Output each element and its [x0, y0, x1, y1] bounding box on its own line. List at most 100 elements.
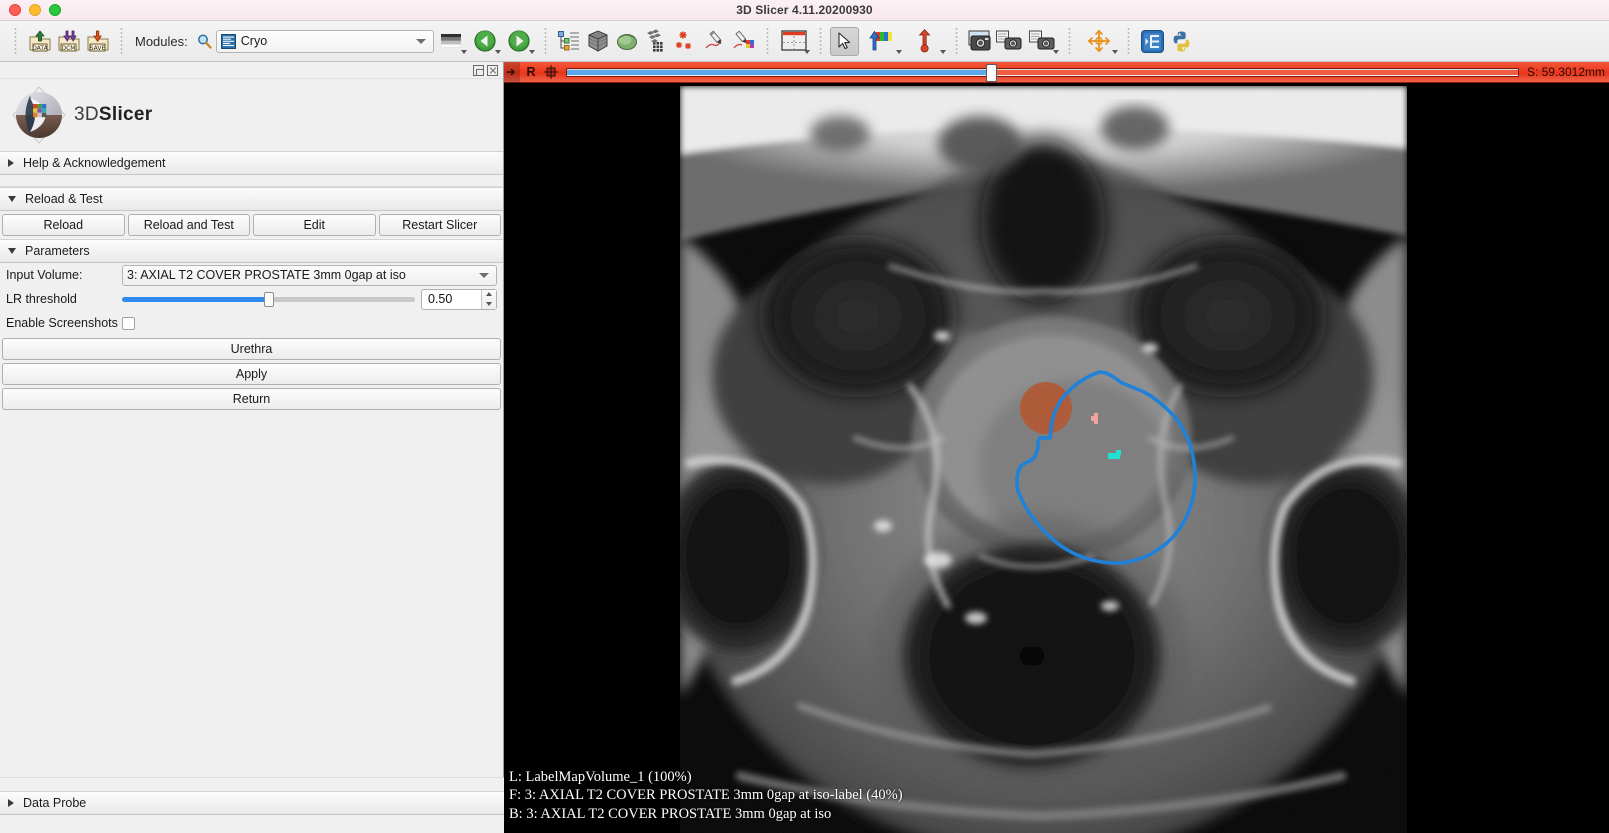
mouse-pointer-icon[interactable]: [830, 27, 859, 56]
slider-remainder: [991, 70, 1518, 75]
red-slice-viewport[interactable]: L: LabelMapVolume_1 (100%) F: 3: AXIAL T…: [504, 83, 1609, 833]
toolbar-separator: [818, 28, 823, 54]
chevron-down-icon: [8, 196, 16, 202]
previous-module-icon[interactable]: [468, 27, 502, 56]
chevron-down-icon[interactable]: [1112, 50, 1118, 54]
slicer-logo: 3DSlicer: [0, 79, 503, 151]
chevron-down-icon[interactable]: [1053, 50, 1059, 54]
slice-controller-bar: R S: 59.3012mm: [504, 62, 1609, 83]
section-parameters[interactable]: Parameters: [0, 239, 503, 263]
lr-threshold-spinbox[interactable]: 0.50: [421, 289, 497, 310]
next-module-icon[interactable]: [502, 27, 536, 56]
module-panel: 3DSlicer Help & Acknowledgement Reload &…: [0, 62, 504, 833]
slice-offset-value: S: 59.3012mm: [1525, 65, 1609, 79]
module-icon: [221, 34, 236, 49]
scene-views-capture-icon[interactable]: [995, 27, 1024, 56]
panel-footer: [0, 815, 504, 833]
spinbox-arrows[interactable]: [481, 290, 496, 309]
transforms-icon[interactable]: [642, 27, 671, 56]
spin-down-icon[interactable]: [486, 302, 492, 306]
toolbar-separator: [1067, 28, 1072, 54]
module-selector-combobox[interactable]: Cryo: [216, 30, 434, 53]
chevron-down-icon[interactable]: [804, 50, 810, 54]
volume-rendering-icon[interactable]: [584, 27, 613, 56]
toolbar-separator: [1126, 28, 1131, 54]
reload-button[interactable]: Reload: [2, 214, 125, 236]
svg-text:DATA: DATA: [32, 45, 48, 52]
urethra-button[interactable]: Urethra: [2, 338, 501, 360]
section-gap: [0, 175, 503, 187]
enable-screenshots-row: Enable Screenshots: [0, 311, 503, 335]
slice-offset-slider[interactable]: [566, 68, 1519, 77]
panel-spacer: [0, 777, 504, 791]
slider-handle[interactable]: [264, 292, 274, 307]
section-label: Help & Acknowledgement: [23, 156, 165, 170]
toolbar-separator: [119, 28, 124, 54]
chevron-down-icon[interactable]: [461, 50, 467, 54]
favorite-module-icon[interactable]: [777, 27, 811, 56]
toolbar-separator: [954, 28, 959, 54]
slice-visibility-icon[interactable]: [542, 62, 560, 83]
load-dicom-button[interactable]: DCM: [54, 27, 83, 56]
lesion-label-overlay: [1020, 382, 1072, 434]
lr-threshold-slider[interactable]: [122, 289, 415, 309]
chevron-down-icon[interactable]: [416, 39, 426, 44]
panel-bottom: Data Probe: [0, 777, 504, 833]
slicer-logo-icon: [8, 84, 70, 146]
chevron-down-icon[interactable]: [495, 50, 501, 54]
section-reload-and-test[interactable]: Reload & Test: [0, 187, 503, 211]
slider-fill: [122, 297, 269, 302]
overlay-line-label: L: LabelMapVolume_1 (100%): [509, 768, 903, 787]
load-data-button[interactable]: DATA: [25, 27, 54, 56]
chevron-down-icon[interactable]: [529, 50, 535, 54]
slicer-logo-text: 3DSlicer: [74, 104, 152, 126]
segment-editor-icon[interactable]: [700, 27, 729, 56]
python-console-icon[interactable]: [1167, 27, 1196, 56]
screenshot-icon[interactable]: [966, 27, 995, 56]
place-fiducial-icon[interactable]: [903, 27, 947, 56]
logo-prefix: 3D: [74, 104, 99, 125]
module-panel-titlebar: [0, 62, 503, 79]
spin-up-icon[interactable]: [486, 292, 492, 296]
search-icon[interactable]: [194, 27, 216, 56]
chevron-right-icon: [8, 159, 14, 167]
input-volume-combobox[interactable]: 3: AXIAL T2 COVER PROSTATE 3mm 0gap at i…: [122, 265, 497, 286]
markups-icon[interactable]: [671, 27, 700, 56]
mri-render: [680, 86, 1407, 833]
layout-chooser-icon[interactable]: [434, 27, 468, 56]
chevron-down-icon: [8, 248, 16, 254]
chevron-down-icon[interactable]: [940, 50, 946, 54]
return-button[interactable]: Return: [2, 388, 501, 410]
slice-slider-handle[interactable]: [986, 64, 997, 82]
scene-views-restore-icon[interactable]: [1024, 27, 1060, 56]
data-probe-label: Data Probe: [23, 796, 86, 810]
restart-slicer-button[interactable]: Restart Slicer: [379, 214, 502, 236]
enable-screenshots-checkbox[interactable]: [122, 317, 135, 330]
edit-button[interactable]: Edit: [253, 214, 376, 236]
subject-hierarchy-icon[interactable]: [555, 27, 584, 56]
lr-threshold-value: 0.50: [422, 292, 481, 306]
float-panel-icon[interactable]: [473, 65, 484, 76]
input-volume-row: Input Volume: 3: AXIAL T2 COVER PROSTATE…: [0, 263, 503, 287]
extension-manager-icon[interactable]: [1138, 27, 1167, 56]
reload-and-test-button[interactable]: Reload and Test: [128, 214, 251, 236]
input-volume-value: 3: AXIAL T2 COVER PROSTATE 3mm 0gap at i…: [127, 268, 479, 282]
models-icon[interactable]: [613, 27, 642, 56]
window-level-icon[interactable]: [859, 27, 903, 56]
overlay-line-foreground: F: 3: AXIAL T2 COVER PROSTATE 3mm 0gap a…: [509, 786, 903, 805]
input-volume-label: Input Volume:: [6, 268, 116, 282]
crosshair-icon[interactable]: [1079, 27, 1119, 56]
section-data-probe[interactable]: Data Probe: [0, 791, 504, 815]
chevron-down-icon[interactable]: [896, 50, 902, 54]
chevron-down-icon[interactable]: [479, 273, 489, 278]
lr-threshold-row: LR threshold 0.50: [0, 287, 503, 311]
modules-label: Modules:: [135, 34, 188, 49]
pin-icon[interactable]: [504, 62, 520, 83]
window-title: 3D Slicer 4.11.20200930: [0, 3, 1609, 17]
apply-button[interactable]: Apply: [2, 363, 501, 385]
save-data-button[interactable]: SAVE: [83, 27, 112, 56]
close-panel-icon[interactable]: [487, 65, 498, 76]
segmentations-icon[interactable]: [729, 27, 758, 56]
module-selector-value: Cryo: [241, 34, 416, 48]
section-help-and-acknowledgement[interactable]: Help & Acknowledgement: [0, 151, 503, 175]
